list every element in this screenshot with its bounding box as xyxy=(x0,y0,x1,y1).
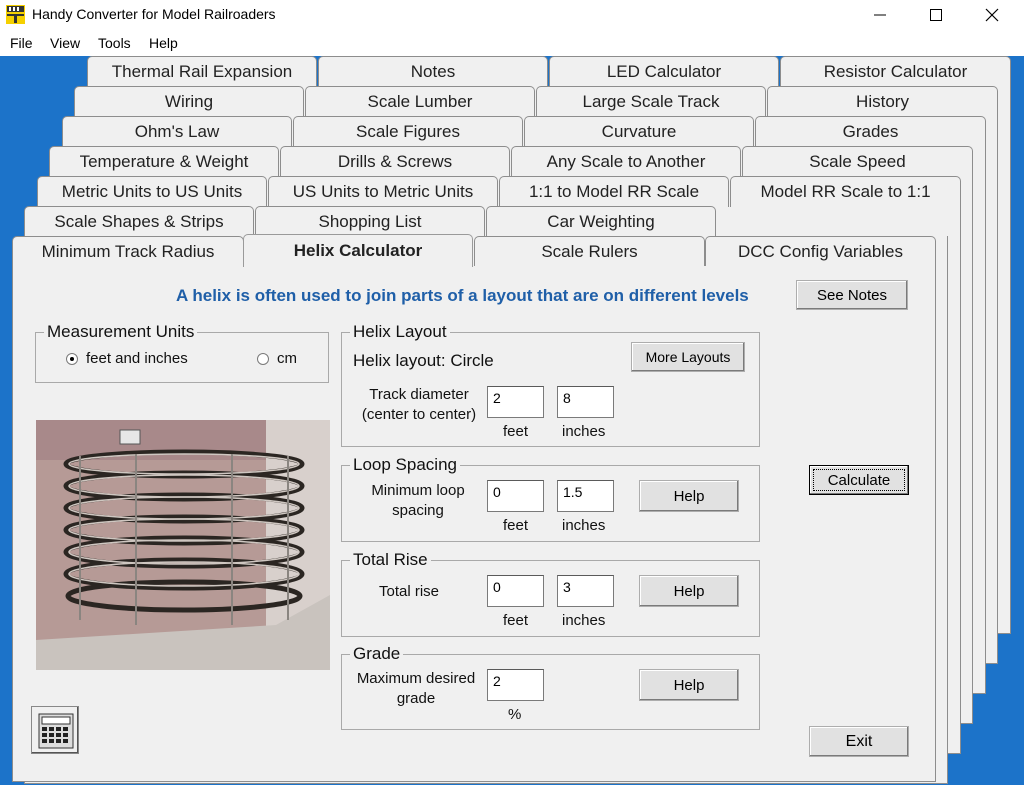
tab-thermal-rail-expansion[interactable]: Thermal Rail Expansion xyxy=(87,56,317,87)
total-rise-group: Total Rise Total rise 0 3 Help feet inch… xyxy=(341,550,760,637)
tab-drills-screws[interactable]: Drills & Screws xyxy=(280,146,510,177)
tab-scale-speed[interactable]: Scale Speed xyxy=(742,146,973,177)
tab-helix-calculator[interactable]: Helix Calculator xyxy=(243,234,473,267)
grade-group: Grade Maximum desired grade 2 Help % xyxy=(341,644,760,730)
tab-wiring[interactable]: Wiring xyxy=(74,86,304,117)
tab-metric-to-us[interactable]: Metric Units to US Units xyxy=(37,176,267,207)
rise-feet-unit: feet xyxy=(503,612,529,629)
calculate-button[interactable]: Calculate xyxy=(809,465,909,495)
grade-help-button[interactable]: Help xyxy=(639,669,739,701)
title-bar: Handy Converter for Model Railroaders xyxy=(0,0,1024,30)
diameter-feet-unit: feet xyxy=(503,423,529,440)
cm-radio[interactable] xyxy=(257,353,269,365)
maximize-button[interactable] xyxy=(908,0,964,30)
tab-resistor-calculator[interactable]: Resistor Calculator xyxy=(780,56,1011,87)
tab-us-to-metric[interactable]: US Units to Metric Units xyxy=(268,176,498,207)
panel-headline: A helix is often used to join parts of a… xyxy=(176,286,749,305)
close-icon xyxy=(985,8,999,22)
menu-tools[interactable]: Tools xyxy=(98,35,131,51)
tab-curvature[interactable]: Curvature xyxy=(524,116,754,147)
helix-calculator-panel: A helix is often used to join parts of a… xyxy=(12,266,936,782)
diameter-inches-unit: inches xyxy=(562,423,606,440)
rise-inches-input[interactable]: 3 xyxy=(557,575,614,607)
minimize-button[interactable] xyxy=(852,0,908,30)
tab-scale-figures[interactable]: Scale Figures xyxy=(293,116,523,147)
tab-grades[interactable]: Grades xyxy=(755,116,986,147)
see-notes-button[interactable]: See Notes xyxy=(796,280,908,310)
close-button[interactable] xyxy=(964,0,1020,30)
loop-inches-input[interactable]: 1.5 xyxy=(557,480,614,512)
loop-inches-unit: inches xyxy=(562,517,606,534)
tab-large-scale-track[interactable]: Large Scale Track xyxy=(536,86,766,117)
tab-scale-lumber[interactable]: Scale Lumber xyxy=(305,86,535,117)
loop-spacing-label: Minimum loop spacing xyxy=(371,482,465,519)
tab-temperature-weight[interactable]: Temperature & Weight xyxy=(49,146,279,177)
helix-layout-title: Helix Layout xyxy=(350,322,450,342)
diameter-inches-input[interactable]: 8 xyxy=(557,386,614,418)
grade-input[interactable]: 2 xyxy=(487,669,544,701)
grade-unit: % xyxy=(508,706,522,723)
loop-feet-unit: feet xyxy=(503,517,529,534)
tab-car-weighting[interactable]: Car Weighting xyxy=(486,206,716,237)
calculator-button[interactable] xyxy=(31,706,79,754)
loop-spacing-group: Loop Spacing Minimum loop spacing 0 1.5 … xyxy=(341,455,760,542)
feet-inches-label: feet and inches xyxy=(86,350,188,367)
measurement-units-group: Measurement Units feet and inches cm xyxy=(35,322,329,383)
helix-photo xyxy=(36,420,330,670)
menu-help[interactable]: Help xyxy=(149,35,178,51)
window-title: Handy Converter for Model Railroaders xyxy=(32,6,276,22)
minimize-icon xyxy=(874,14,886,16)
rise-feet-input[interactable]: 0 xyxy=(487,575,544,607)
tab-ohms-law[interactable]: Ohm's Law xyxy=(62,116,292,147)
feet-inches-radio[interactable] xyxy=(66,353,78,365)
measurement-units-title: Measurement Units xyxy=(44,322,198,342)
grade-label: Maximum desired grade xyxy=(356,670,476,707)
loop-help-button[interactable]: Help xyxy=(639,480,739,512)
helix-layout-group: Helix Layout Helix layout: Circle More L… xyxy=(341,322,760,447)
menu-bar: File View Tools Help xyxy=(0,30,1024,56)
loop-spacing-title: Loop Spacing xyxy=(350,455,460,475)
tab-minimum-track-radius[interactable]: Minimum Track Radius xyxy=(12,236,244,267)
loop-feet-input[interactable]: 0 xyxy=(487,480,544,512)
tab-model-scale-to-1-1[interactable]: Model RR Scale to 1:1 xyxy=(730,176,961,207)
track-diameter-label: Track diameter (center to center) xyxy=(361,386,477,423)
tab-led-calculator[interactable]: LED Calculator xyxy=(549,56,779,87)
maximize-icon xyxy=(930,9,942,21)
tab-1-1-to-model-scale[interactable]: 1:1 to Model RR Scale xyxy=(499,176,729,207)
app-icon xyxy=(6,5,25,24)
tab-history[interactable]: History xyxy=(767,86,998,117)
tab-scale-shapes-strips[interactable]: Scale Shapes & Strips xyxy=(24,206,254,237)
tab-dcc-config-variables[interactable]: DCC Config Variables xyxy=(705,236,936,267)
tab-any-scale-to-another[interactable]: Any Scale to Another xyxy=(511,146,741,177)
rise-help-button[interactable]: Help xyxy=(639,575,739,607)
more-layouts-button[interactable]: More Layouts xyxy=(631,342,745,372)
calculator-icon xyxy=(38,713,74,749)
helix-layout-current: Helix layout: Circle xyxy=(353,351,494,370)
tab-notes[interactable]: Notes xyxy=(318,56,548,87)
grade-title: Grade xyxy=(350,644,404,664)
exit-button[interactable]: Exit xyxy=(809,726,909,757)
menu-file[interactable]: File xyxy=(10,35,33,51)
menu-view[interactable]: View xyxy=(50,35,80,51)
diameter-feet-input[interactable]: 2 xyxy=(487,386,544,418)
tab-scale-rulers[interactable]: Scale Rulers xyxy=(474,236,705,267)
total-rise-title: Total Rise xyxy=(350,550,431,570)
total-rise-label: Total rise xyxy=(379,583,440,600)
rise-inches-unit: inches xyxy=(562,612,606,629)
tab-shopping-list[interactable]: Shopping List xyxy=(255,206,485,237)
cm-label: cm xyxy=(277,350,297,367)
